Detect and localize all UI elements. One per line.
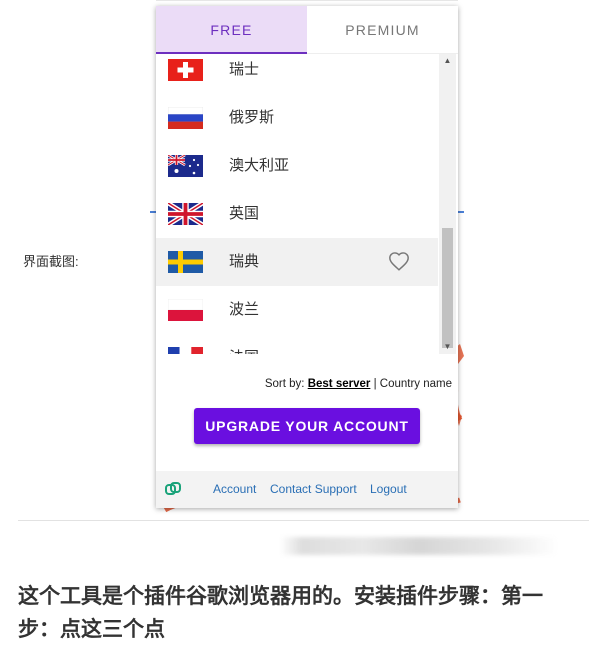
country-item-australia[interactable]: 澳大利亚 — [156, 142, 438, 190]
scroll-up-arrow-icon[interactable]: ▲ — [439, 54, 456, 68]
country-name: 瑞典 — [229, 253, 260, 270]
country-name: 俄罗斯 — [229, 109, 275, 126]
article-divider — [18, 520, 589, 521]
blurred-content — [280, 537, 558, 555]
tab-premium[interactable]: PREMIUM — [307, 6, 458, 54]
popup-footer: Account Contact Support Logout — [156, 471, 458, 508]
sweden-flag-icon — [168, 251, 203, 273]
sort-country-name[interactable]: Country name — [380, 378, 452, 390]
country-item-uk[interactable]: 英国 — [156, 190, 438, 238]
plan-tabs: FREE PREMIUM — [156, 6, 458, 54]
article-paragraph: 这个工具是个插件谷歌浏览器用的。安装插件步骤：第一步：点这三个点 — [18, 585, 543, 641]
screenshot-label: 界面截图: — [23, 254, 79, 269]
sort-label: Sort by: — [264, 378, 305, 390]
sort-separator: | — [373, 378, 377, 390]
logout-link[interactable]: Logout — [370, 482, 407, 496]
russia-flag-icon — [168, 107, 203, 129]
france-flag-icon — [168, 347, 203, 354]
country-name: 澳大利亚 — [229, 157, 290, 174]
country-item-switzerland[interactable]: 瑞士 — [156, 54, 438, 94]
upgrade-account-button[interactable]: UPGRADE YOUR ACCOUNT — [194, 408, 420, 444]
australia-flag-icon — [168, 155, 203, 177]
country-name: 瑞士 — [229, 61, 260, 78]
uk-flag-icon — [168, 203, 203, 225]
scrollbar-thumb[interactable] — [442, 228, 453, 348]
sort-options: Sort by: Best server | Country name — [265, 378, 452, 390]
country-list-scrollbar[interactable]: ▲ ▼ — [439, 54, 456, 354]
tab-free[interactable]: FREE — [156, 6, 307, 54]
country-name: 波兰 — [229, 301, 260, 318]
sort-best-server[interactable]: Best server — [308, 378, 371, 390]
country-name: 法国 — [229, 334, 259, 354]
article-divider-top — [156, 0, 458, 1]
switzerland-flag-icon — [168, 59, 203, 81]
poland-flag-icon — [168, 299, 203, 321]
country-item-russia[interactable]: 俄罗斯 — [156, 94, 438, 142]
account-link[interactable]: Account — [213, 482, 256, 496]
country-list: 瑞士 俄罗斯 澳大利亚 英国 瑞典 波兰 — [156, 54, 458, 354]
country-item-sweden[interactable]: 瑞典 — [156, 238, 438, 286]
scroll-down-arrow-icon[interactable]: ▼ — [439, 340, 456, 354]
app-logo-icon[interactable] — [164, 480, 182, 498]
heart-icon[interactable] — [388, 251, 410, 273]
country-name: 英国 — [229, 205, 260, 222]
country-item-france[interactable]: 法国 — [156, 334, 438, 354]
vpn-extension-popup: FREE PREMIUM 瑞士 俄罗斯 澳大利亚 英国 瑞典 波兰 ▲ ▼ So… — [156, 6, 458, 508]
country-item-poland[interactable]: 波兰 — [156, 286, 438, 334]
contact-support-link[interactable]: Contact Support — [270, 482, 357, 496]
